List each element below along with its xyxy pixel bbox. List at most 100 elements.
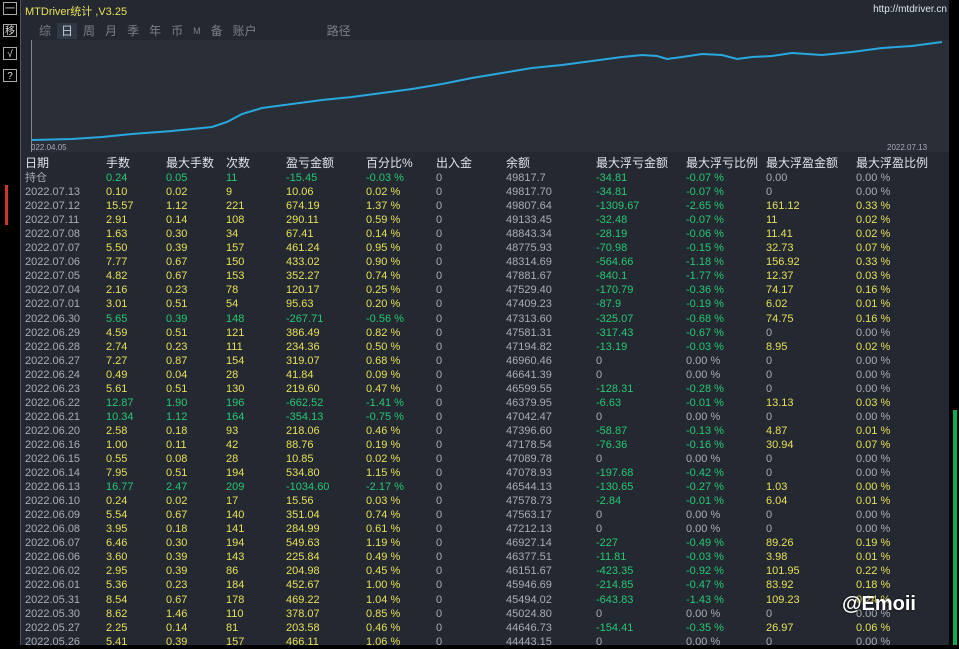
cell-0: 2022.06.02 <box>25 565 81 578</box>
table-row[interactable]: 2022.06.23 5.61 0.51 130 219.60 0.47 % 0 46599.… <box>25 382 945 396</box>
tab-10[interactable]: 路径 <box>323 23 355 39</box>
minimize-button[interactable]: 一 <box>3 2 17 15</box>
table-row[interactable]: 2022.07.07 5.50 0.39 157 461.24 0.95 % 0 48775.… <box>25 241 945 255</box>
cell-7: 47313.60 <box>506 312 552 325</box>
move-button[interactable]: 移 <box>3 24 17 37</box>
cell-7: 47078.93 <box>506 467 552 480</box>
tab-2[interactable]: 周 <box>79 23 99 39</box>
table-row[interactable]: 2022.06.08 3.95 0.18 141 284.99 0.61 % 0 47212.… <box>25 522 945 536</box>
table-row[interactable]: 2022.06.22 12.87 1.90 196 -662.52 -1.41 % 0 463… <box>25 396 945 410</box>
column-header[interactable]: 手数 <box>106 156 130 170</box>
table-row[interactable]: 2022.06.29 4.59 0.51 121 386.49 0.82 % 0 47581.… <box>25 326 945 340</box>
column-header[interactable]: 最大浮盈比例 <box>856 156 928 170</box>
table-row[interactable]: 2022.06.07 6.46 0.30 194 549.63 1.19 % 0 46927.… <box>25 536 945 550</box>
equity-chart-svg <box>31 41 943 141</box>
tab-5[interactable]: 年 <box>145 23 165 39</box>
cell-4: 674.19 <box>286 200 320 213</box>
cell-1: 7.95 <box>106 467 128 480</box>
cell-10: 0 <box>766 382 773 395</box>
cell-8: -58.87 <box>596 424 628 437</box>
column-header[interactable]: 最大浮亏金额 <box>596 156 668 170</box>
table-row[interactable]: 2022.06.30 5.65 0.39 148 -267.71 -0.56 % 0 4731… <box>25 312 945 326</box>
table-row[interactable]: 2022.05.27 2.25 0.14 81 203.58 0.46 % 0 44646.7… <box>25 621 945 635</box>
cell-5: 0.61 % <box>366 523 401 536</box>
table-row[interactable]: 2022.06.06 3.60 0.39 143 225.84 0.49 % 0 46377.… <box>25 550 945 564</box>
table-row[interactable]: 2022.06.09 5.54 0.67 140 351.04 0.74 % 0 47563.… <box>25 508 945 522</box>
cell-0: 2022.06.29 <box>25 326 81 339</box>
cell-6: 0 <box>436 565 443 578</box>
cell-3: 11 <box>226 172 238 184</box>
column-header[interactable]: 盈亏金额 <box>286 156 334 170</box>
column-header[interactable]: 出入金 <box>436 156 472 170</box>
table-row[interactable]: 2022.06.13 16.77 2.47 209 -1034.60 -2.17 % 0 46… <box>25 480 945 494</box>
table-row[interactable]: 2022.06.02 2.95 0.39 86 204.98 0.45 % 0 46151.6… <box>25 564 945 578</box>
tab-4[interactable]: 季 <box>123 23 143 39</box>
column-header[interactable]: 日期 <box>25 156 49 170</box>
website-link[interactable]: http://mtdriver.cn <box>873 4 947 15</box>
table-row[interactable]: 2022.07.04 2.16 0.23 78 120.17 0.25 % 0 47529.4… <box>25 283 945 297</box>
help-button[interactable]: ? <box>3 69 17 82</box>
table-row[interactable]: 2022.06.16 1.00 0.11 42 88.76 0.19 % 0 47178.54… <box>25 438 945 452</box>
tab-1[interactable]: 日 <box>57 23 78 39</box>
tab-6[interactable]: 币 <box>167 23 187 39</box>
table-row[interactable]: 2022.05.31 8.54 0.67 178 469.22 1.04 % 0 45494.… <box>25 593 945 607</box>
table-row[interactable]: 2022.07.08 1.63 0.30 34 67.41 0.14 % 0 48843.34… <box>25 227 945 241</box>
cell-5: 0.46 % <box>366 424 401 437</box>
cell-6: 0 <box>436 495 443 508</box>
column-header[interactable]: 最大手数 <box>166 156 214 170</box>
table-row[interactable]: 2022.06.20 2.58 0.18 93 218.06 0.46 % 0 47396.6… <box>25 424 945 438</box>
table-row[interactable]: 2022.07.12 15.57 1.12 221 674.19 1.37 % 0 49807… <box>25 199 945 213</box>
cell-7: 47578.73 <box>506 495 552 508</box>
cell-4: -267.71 <box>286 312 324 325</box>
cell-9: -0.06 % <box>686 228 724 241</box>
cell-5: 0.45 % <box>366 565 401 578</box>
table-row[interactable]: 2022.06.01 5.36 0.23 184 452.67 1.00 % 0 45946.… <box>25 578 945 592</box>
app-title: MTDriver统计 ,V3.25 <box>25 6 128 18</box>
table-row[interactable]: 2022.07.11 2.91 0.14 108 290.11 0.59 % 0 49133.… <box>25 213 945 227</box>
cell-6: 0 <box>436 242 443 255</box>
cell-5: 0.19 % <box>366 438 401 451</box>
table-row[interactable]: 2022.06.14 7.95 0.51 194 534.80 1.15 % 0 47078.… <box>25 466 945 480</box>
check-button[interactable]: √ <box>3 47 17 60</box>
tab-9[interactable]: 账户 <box>229 23 261 39</box>
table-row[interactable]: 2022.07.05 4.82 0.67 153 352.27 0.74 % 0 47881.… <box>25 269 945 283</box>
column-header[interactable]: 余额 <box>506 156 530 170</box>
cell-2: 0.23 <box>166 579 188 592</box>
stats-panel: MTDriver统计 ,V3.25 http://mtdriver.cn 综日周… <box>21 0 950 648</box>
table-row[interactable]: 2022.07.13 0.10 0.02 9 10.06 0.02 % 0 49817.70 -… <box>25 185 945 199</box>
cell-10: 0 <box>766 368 773 381</box>
cell-5: 0.74 % <box>366 270 401 283</box>
table-row[interactable]: 2022.06.27 7.27 0.87 154 319.07 0.68 % 0 46960.… <box>25 354 945 368</box>
table-row[interactable]: 2022.06.10 0.24 0.02 17 15.56 0.03 % 0 47578.73… <box>25 494 945 508</box>
column-header[interactable]: 最大浮盈金额 <box>766 156 838 170</box>
column-header[interactable]: 次数 <box>226 156 250 170</box>
table-row[interactable]: 2022.06.21 10.34 1.12 164 -354.13 -0.75 % 0 470… <box>25 410 945 424</box>
cell-7: 49817.7 <box>506 172 546 184</box>
cell-8: -154.41 <box>596 621 634 634</box>
table-row[interactable]: 2022.06.24 0.49 0.04 28 41.84 0.09 % 0 46641.39… <box>25 368 945 382</box>
table-row[interactable]: 2022.06.28 2.74 0.23 111 234.36 0.50 % 0 47194.… <box>25 340 945 354</box>
table-row[interactable]: 2022.05.26 5.41 0.39 157 466.11 1.06 % 0 44443.… <box>25 635 945 649</box>
table-row[interactable]: 持仓 0.24 0.05 11 -15.45 -0.03 % 0 49817.7 -34.81 -… <box>25 171 945 185</box>
column-header[interactable]: 百分比% <box>366 156 413 170</box>
tab-7[interactable]: M <box>189 23 205 39</box>
tab-0[interactable]: 综 <box>35 23 55 39</box>
table-row[interactable]: 2022.06.15 0.55 0.08 28 10.85 0.02 % 0 47089.78… <box>25 452 945 466</box>
cell-1: 4.82 <box>106 270 128 283</box>
table-row[interactable]: 2022.07.06 7.77 0.67 150 433.02 0.90 % 0 48314.… <box>25 255 945 269</box>
tab-3[interactable]: 月 <box>101 23 121 39</box>
table-row[interactable]: 2022.05.30 8.62 1.46 110 378.07 0.85 % 0 45024.… <box>25 607 945 621</box>
cell-9: 0.00 % <box>686 523 721 536</box>
cell-3: 143 <box>226 551 245 564</box>
tab-8[interactable]: 备 <box>207 23 227 39</box>
period-tabs: 综日周月季年币 M 备账户 路径 <box>35 23 357 39</box>
cell-3: 93 <box>226 424 239 437</box>
cell-11: 0.01 % <box>856 298 891 311</box>
table-row[interactable]: 2022.07.01 3.01 0.51 54 95.63 0.20 % 0 47409.23… <box>25 297 945 311</box>
cell-5: -0.56 % <box>366 312 404 325</box>
scrollbar[interactable] <box>953 410 957 645</box>
cell-4: -662.52 <box>286 396 324 409</box>
column-header[interactable]: 最大浮亏比例 <box>686 156 758 170</box>
cell-8: -130.65 <box>596 481 634 494</box>
cell-1: 2.74 <box>106 340 128 353</box>
